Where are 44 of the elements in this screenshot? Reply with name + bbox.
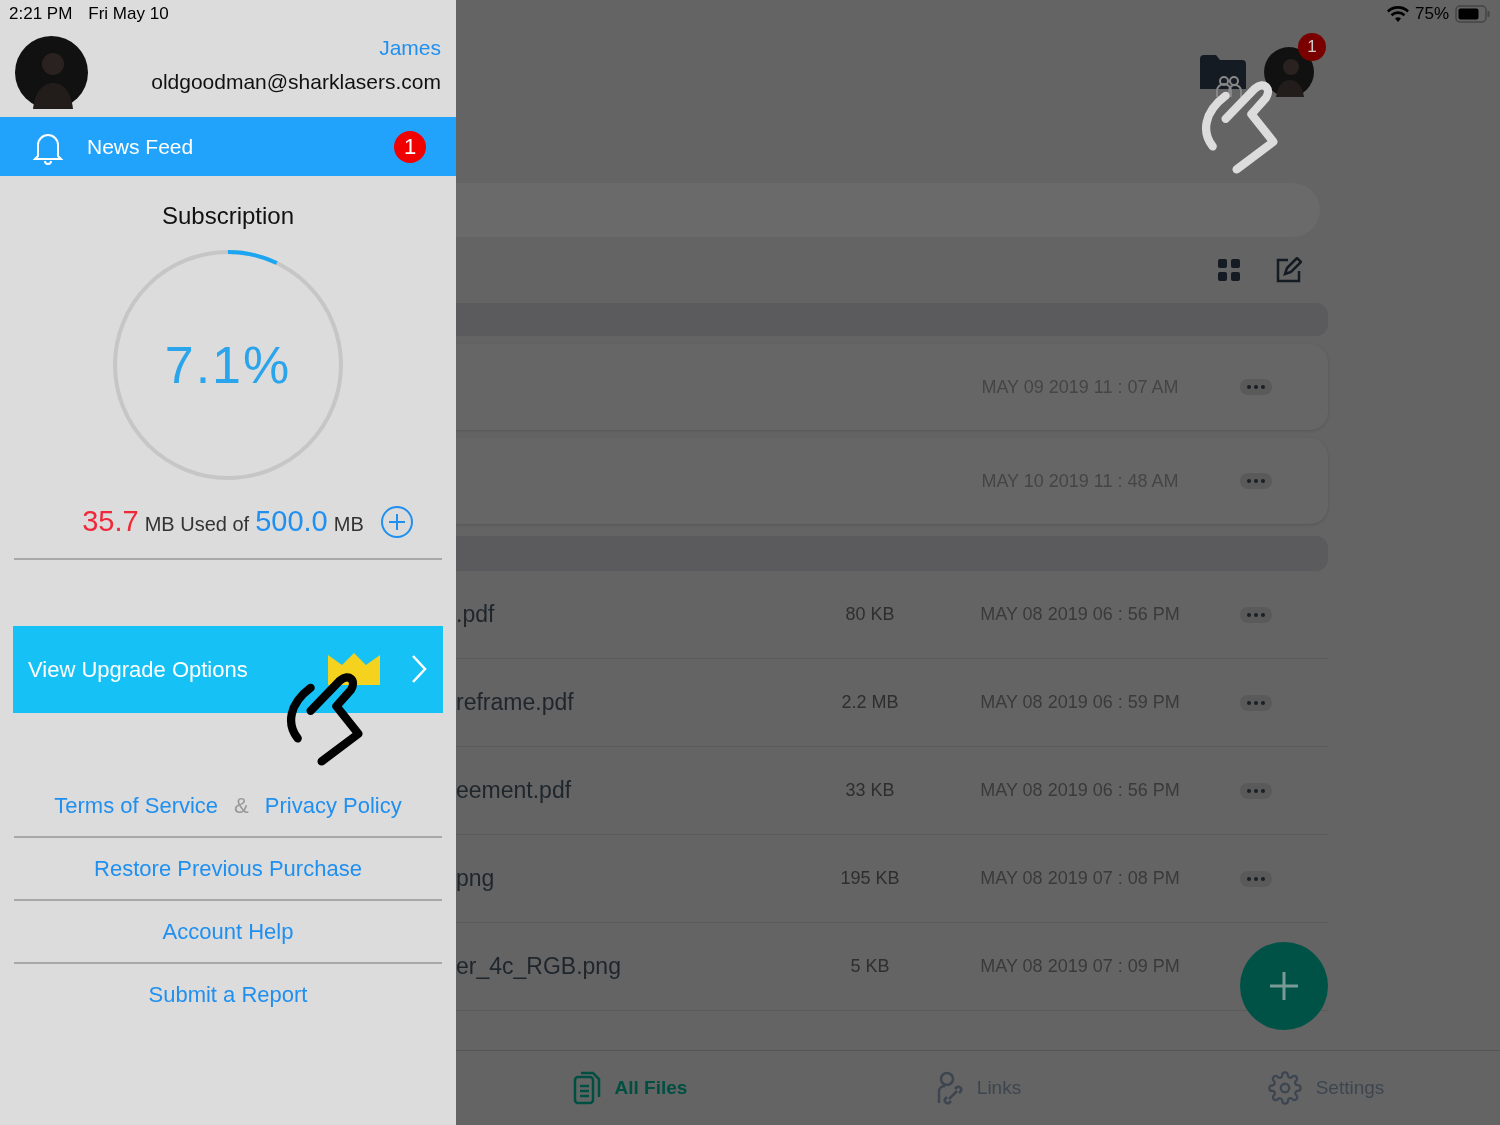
notification-badge: 1 [394, 130, 426, 163]
profile-badge: 1 [1298, 33, 1326, 61]
edit-icon[interactable] [1276, 257, 1302, 283]
file-name: er_4c_RGB.png [456, 952, 622, 982]
menu-link[interactable]: Submit a Report [148, 977, 308, 1011]
documents-icon [572, 1071, 601, 1105]
battery-icon [1455, 5, 1491, 23]
more-button[interactable] [1240, 473, 1272, 489]
usage-percent: 7.1% [164, 335, 292, 396]
wifi-icon [1386, 6, 1409, 22]
plus-icon [1269, 971, 1299, 1001]
file-name: reframe.pdf [456, 688, 575, 718]
upgrade-button[interactable]: View Upgrade Options [13, 625, 443, 713]
status-date: Fri May 10 [88, 3, 169, 26]
privacy-link[interactable]: Privacy Policy [264, 788, 402, 822]
ampersand: & [234, 791, 249, 820]
battery-percent: 75% [1414, 3, 1449, 26]
more-button[interactable] [1240, 782, 1272, 799]
used-amount: 35.7 [82, 504, 139, 539]
file-name: .pdf [456, 600, 496, 630]
more-button[interactable] [1240, 379, 1272, 395]
total-unit: MB [333, 512, 364, 537]
more-button[interactable] [1240, 870, 1272, 887]
tab[interactable]: All Files [456, 1071, 804, 1105]
menu-link[interactable]: Restore Previous Purchase [94, 851, 362, 885]
more-button[interactable] [1240, 694, 1272, 711]
user-name[interactable]: James [379, 32, 441, 64]
user-email: oldgoodman@sharklasers.com [151, 68, 441, 95]
news-feed-item[interactable]: News Feed 1 [0, 117, 456, 176]
crown-icon [326, 651, 382, 687]
file-name: eement.pdf [456, 776, 573, 806]
total-amount: 500.0 [255, 504, 328, 539]
subscription-title: Subscription [161, 201, 295, 231]
file-name: png [456, 864, 496, 894]
menu-link[interactable]: Account Help [162, 914, 294, 948]
shared-folder-icon[interactable] [1200, 55, 1246, 97]
settings-icon [1267, 1071, 1302, 1105]
grid-view-icon[interactable] [1218, 259, 1240, 281]
chevron-right-icon [410, 653, 428, 685]
used-label: MB Used of [144, 512, 250, 537]
add-storage-icon[interactable] [379, 504, 414, 539]
status-time: 2:21 PM [9, 3, 73, 26]
terms-link[interactable]: Terms of Service [54, 788, 219, 822]
more-button[interactable] [1240, 606, 1272, 623]
